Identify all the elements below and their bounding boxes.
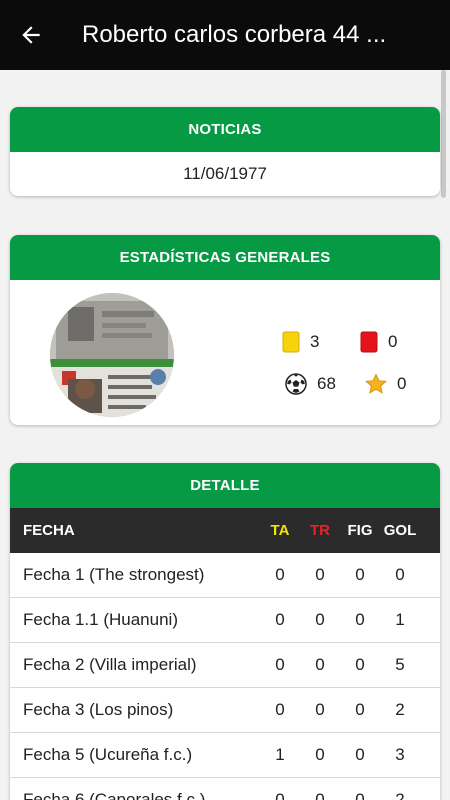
yellow-cards-stat: 3	[282, 331, 319, 353]
row-fecha: Fecha 1.1 (Huanuni)	[23, 610, 178, 629]
column-header-tr: TR	[310, 522, 330, 539]
news-date: 11/06/1977	[183, 164, 267, 183]
row-ta: 0	[275, 790, 285, 800]
detail-header: DETALLE	[10, 463, 440, 508]
row-fig: 0	[355, 655, 365, 674]
stats-header: ESTADÍSTICAS GENERALES	[10, 235, 440, 280]
table-row[interactable]: Fecha 3 (Los pinos) 0 0 0 2	[10, 688, 440, 733]
row-ta: 1	[275, 745, 285, 764]
table-row[interactable]: Fecha 6 (Caporales f.c.) 0 0 0 2	[10, 778, 440, 800]
goals-count: 0	[397, 374, 407, 393]
app-bar: Roberto carlos corbera 44 ...	[0, 0, 450, 70]
table-header: FECHA TA TR FIG GOL	[10, 508, 440, 553]
row-gol: 5	[395, 655, 405, 674]
row-ta: 0	[275, 700, 285, 719]
row-tr: 0	[315, 610, 325, 629]
column-header-fecha: FECHA	[23, 522, 75, 539]
table-row[interactable]: Fecha 1 (The strongest) 0 0 0 0	[10, 553, 440, 598]
news-card: NOTICIAS 11/06/1977	[10, 107, 440, 196]
row-tr: 0	[315, 745, 325, 764]
soccer-ball-icon	[285, 373, 307, 395]
back-arrow-icon	[22, 26, 40, 44]
table-row[interactable]: Fecha 5 (Ucureña f.c.) 1 0 0 3	[10, 733, 440, 778]
yellow-card-icon	[282, 331, 300, 353]
row-gol: 3	[395, 745, 405, 764]
red-card-icon	[360, 331, 378, 353]
page-title: Roberto carlos corbera 44 ...	[82, 21, 387, 48]
scrollbar[interactable]	[441, 70, 446, 198]
red-cards-stat: 0	[360, 331, 397, 353]
table-row[interactable]: Fecha 2 (Villa imperial) 0 0 0 5	[10, 643, 440, 688]
row-fecha: Fecha 2 (Villa imperial)	[23, 655, 197, 674]
player-avatar	[50, 293, 174, 417]
news-header: NOTICIAS	[10, 107, 440, 152]
row-gol: 0	[395, 565, 405, 584]
row-gol: 2	[395, 700, 405, 719]
red-cards-count: 0	[388, 332, 398, 351]
matches-count: 68	[317, 374, 336, 393]
column-header-ta: TA	[270, 522, 290, 539]
row-tr: 0	[315, 790, 325, 800]
row-tr: 0	[315, 655, 325, 674]
column-header-gol: GOL	[383, 522, 417, 539]
row-ta: 0	[275, 610, 285, 629]
row-fig: 0	[355, 790, 365, 800]
row-ta: 0	[275, 565, 285, 584]
row-fig: 0	[355, 745, 365, 764]
row-tr: 0	[315, 565, 325, 584]
yellow-cards-count: 3	[310, 332, 320, 351]
star-icon	[365, 373, 387, 394]
back-button[interactable]	[0, 0, 62, 70]
detail-card: DETALLE FECHA TA TR FIG GOL Fecha 1 (The…	[10, 463, 440, 800]
row-tr: 0	[315, 700, 325, 719]
row-fecha: Fecha 5 (Ucureña f.c.)	[23, 745, 193, 764]
row-fecha: Fecha 1 (The strongest)	[23, 565, 205, 584]
general-stats-card: ESTADÍSTICAS GENERALES 3 0 68 0	[10, 235, 440, 425]
row-ta: 0	[275, 655, 285, 674]
row-fig: 0	[355, 565, 365, 584]
row-fig: 0	[355, 610, 365, 629]
row-fig: 0	[355, 700, 365, 719]
goals-stat: 0	[365, 373, 406, 395]
row-gol: 1	[395, 610, 405, 629]
row-gol: 2	[395, 790, 405, 800]
matches-stat: 68	[285, 373, 336, 395]
table-row[interactable]: Fecha 1.1 (Huanuni) 0 0 0 1	[10, 598, 440, 643]
row-fecha: Fecha 6 (Caporales f.c.)	[23, 790, 206, 800]
column-header-fig: FIG	[347, 522, 373, 539]
row-fecha: Fecha 3 (Los pinos)	[23, 700, 174, 719]
